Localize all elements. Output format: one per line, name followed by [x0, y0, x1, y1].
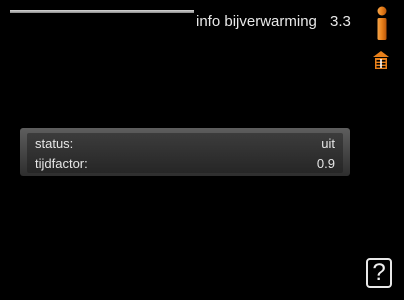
heater-icon	[373, 51, 389, 69]
tijdfactor-value: 0.9	[316, 156, 335, 171]
status-label: status:	[35, 136, 74, 151]
info-icon	[377, 6, 387, 40]
tijdfactor-label: tijdfactor:	[35, 156, 88, 171]
status-row: status: uit	[35, 134, 335, 154]
tijdfactor-row: tijdfactor: 0.9	[35, 154, 335, 174]
info-screen: info bijverwarming 3.3 status: uit tijdf…	[0, 0, 404, 300]
page-title: info bijverwarming	[196, 13, 317, 30]
title-underline	[10, 10, 194, 13]
help-button[interactable]: ?	[366, 258, 392, 288]
help-icon: ?	[372, 259, 386, 286]
menu-number: 3.3	[330, 13, 351, 30]
status-value: uit	[321, 136, 335, 151]
info-panel: status: uit tijdfactor: 0.9	[27, 133, 343, 173]
